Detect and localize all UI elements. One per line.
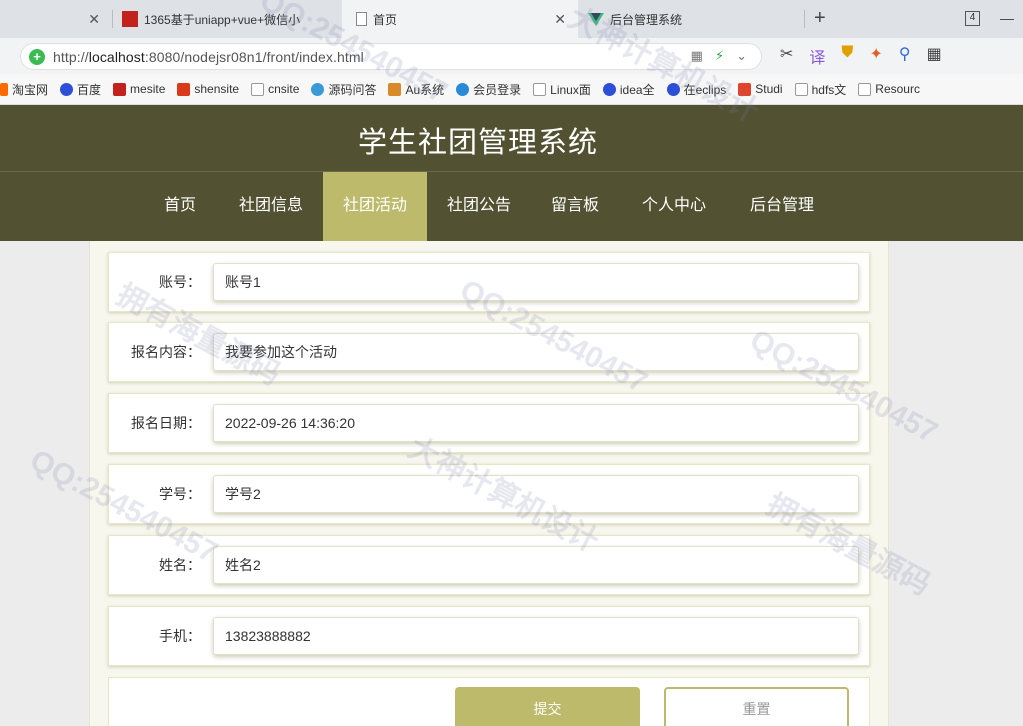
taobao-icon (0, 82, 8, 96)
signup-date-input[interactable]: 2022-09-26 14:36:20 (213, 404, 859, 442)
field-label: 报名内容： (131, 344, 201, 360)
reset-button[interactable]: 重置 (664, 687, 849, 726)
close-tab-icon[interactable]: ✕ (554, 11, 566, 28)
shield-icon[interactable]: ⛊ (841, 44, 853, 68)
field-label: 学号： (159, 486, 201, 502)
browser-tab[interactable]: 1365基于uniapp+vue+微信小 (112, 0, 342, 38)
page-icon (858, 82, 872, 96)
minimize-icon[interactable]: — (1000, 10, 1014, 26)
bookmark-item[interactable]: 百度 (60, 81, 101, 98)
form-row-date: 报名日期： 2022-09-26 14:36:20 (108, 393, 870, 453)
phone-input[interactable]: 13823888882 (213, 617, 859, 655)
nav-item-club-activities[interactable]: 社团活动 (323, 172, 427, 241)
browser-tab-active[interactable]: 首页 ✕ (342, 0, 578, 38)
main-nav: 首页 社团信息 社团活动 社团公告 留言板 个人中心 后台管理 (0, 171, 1023, 241)
new-tab-button[interactable]: + (814, 8, 826, 28)
nav-item-message-board[interactable]: 留言板 (540, 172, 610, 241)
baidu-paw-icon (60, 82, 74, 96)
bookmark-item[interactable]: cnsite (251, 82, 299, 96)
bookmark-item[interactable]: Linux面 (533, 81, 591, 98)
cloud-icon (456, 82, 470, 96)
bookmark-item[interactable]: Au系统 (388, 81, 444, 98)
nav-item-club-notices[interactable]: 社团公告 (436, 172, 522, 241)
bookmarks-bar: 淘宝网 百度 mesite shensite cnsite 源码问答 Au系统 … (0, 74, 1023, 105)
site-favicon-icon (177, 82, 191, 96)
site-favicon-icon (738, 82, 752, 96)
field-label: 姓名： (159, 557, 201, 573)
bookmark-item[interactable]: 会员登录 (456, 81, 521, 98)
chevron-down-icon[interactable]: ⌄ (736, 48, 747, 64)
browser-toolbar: ✂ 译 ⛊ ✦ ⚲ ▦ (780, 44, 942, 68)
field-label: 手机： (159, 628, 201, 644)
bookmark-item[interactable]: hdfs文 (794, 81, 846, 98)
site-favicon-icon (113, 82, 127, 96)
bookmark-item[interactable]: Studi (738, 82, 783, 96)
browser-tab[interactable]: ✕ (0, 0, 112, 38)
bookmark-item[interactable]: 淘宝网 (0, 81, 48, 98)
qr-code-icon[interactable]: ▦ (691, 48, 703, 64)
bookmark-item[interactable]: 源码问答 (311, 81, 376, 98)
tab-title: 1365基于uniapp+vue+微信小 (144, 12, 301, 27)
bookmark-item[interactable]: mesite (113, 82, 165, 96)
bookmark-item[interactable]: 在eclips (666, 81, 726, 98)
tab-title: 首页 (373, 12, 398, 27)
baidu-paw-icon (666, 82, 680, 96)
student-id-input[interactable]: 学号2 (213, 475, 859, 513)
scissors-icon[interactable]: ✂ (780, 44, 793, 68)
site-favicon-icon (388, 82, 402, 96)
site-favicon-icon (122, 11, 138, 27)
account-input[interactable]: 账号1 (213, 263, 859, 301)
bookmark-item[interactable]: Resourc (858, 82, 920, 96)
vue-logo-icon (588, 11, 604, 27)
site-title: 学生社团管理系统 (357, 127, 598, 159)
nav-item-admin[interactable]: 后台管理 (738, 172, 826, 241)
bookmark-item[interactable]: shensite (177, 82, 239, 96)
gamepad-icon[interactable]: ✦ (869, 44, 882, 68)
name-input[interactable]: 姓名2 (213, 546, 859, 584)
translate-icon[interactable]: 译 (809, 44, 825, 68)
close-tab-icon[interactable]: ✕ (88, 11, 100, 28)
apps-grid-icon[interactable]: ▦ (927, 44, 942, 68)
submit-button[interactable]: 提交 (455, 687, 640, 726)
field-label: 报名日期： (131, 415, 201, 431)
page-icon (251, 82, 265, 96)
browser-tab-bar: ✕ 1365基于uniapp+vue+微信小 首页 ✕ 后台管理系统 + 4 — (0, 0, 1023, 38)
lightning-icon[interactable]: ⚡ (715, 48, 724, 64)
site-favicon-icon (311, 82, 325, 96)
signup-content-input[interactable]: 我要参加这个活动 (213, 333, 859, 371)
form-row-name: 姓名： 姓名2 (108, 535, 870, 595)
page-icon (533, 82, 547, 96)
form-row-student-id: 学号： 学号2 (108, 464, 870, 524)
tab-separator (804, 10, 805, 28)
page-icon (794, 82, 808, 96)
url-text: http://localhost:8080/nodejsr08n1/front/… (53, 48, 364, 65)
field-label: 账号： (159, 274, 201, 290)
form-row-account: 账号： 账号1 (108, 252, 870, 312)
form-row-content: 报名内容： 我要参加这个活动 (108, 322, 870, 382)
bookmark-item[interactable]: idea全 (602, 81, 655, 98)
tab-title: 后台管理系统 (610, 12, 683, 27)
page-icon (356, 12, 367, 26)
nav-item-home[interactable]: 首页 (148, 172, 212, 241)
site-info-icon[interactable]: + (29, 48, 45, 65)
nav-item-club-info[interactable]: 社团信息 (228, 172, 314, 241)
tab-count-badge[interactable]: 4 (965, 11, 980, 26)
browser-tab[interactable]: 后台管理系统 (578, 0, 804, 38)
nav-item-personal-center[interactable]: 个人中心 (630, 172, 718, 241)
baidu-paw-icon (602, 82, 616, 96)
url-input[interactable]: + http://localhost:8080/nodejsr08n1/fron… (20, 43, 762, 70)
form-actions: 提交 重置 (108, 677, 870, 726)
site-header: 学生社团管理系统 (0, 105, 1023, 171)
form-row-phone: 手机： 13823888882 (108, 606, 870, 666)
search-icon[interactable]: ⚲ (899, 44, 911, 68)
